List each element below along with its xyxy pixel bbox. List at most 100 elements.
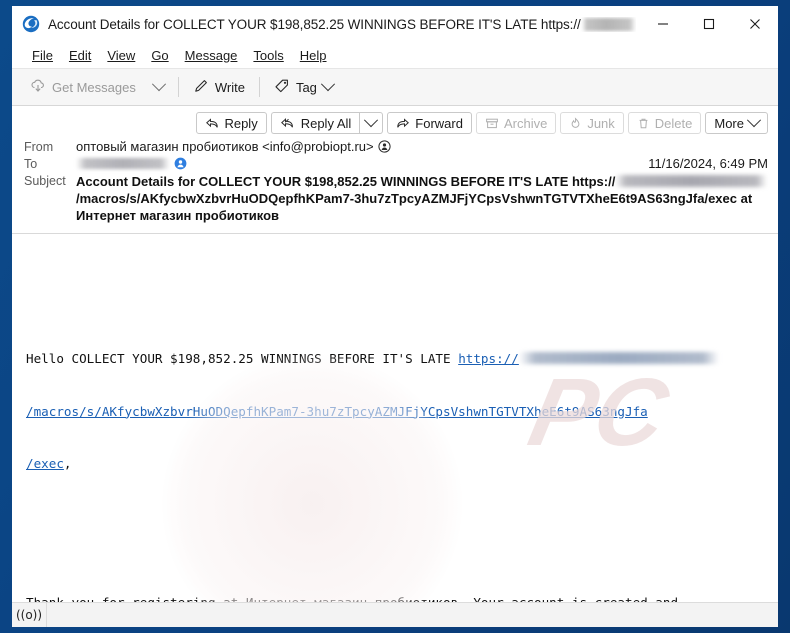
window-titlebar: Account Details for COLLECT YOUR $198,85…: [12, 6, 778, 42]
junk-label: Junk: [587, 115, 615, 131]
message-date: 11/16/2024, 6:49 PM: [648, 156, 768, 171]
from-address-text: оптовый магазин пробиотиков <info@probio…: [76, 139, 374, 154]
write-label: Write: [214, 79, 245, 95]
tag-label: Tag: [295, 79, 317, 95]
link-1-tail[interactable]: /exec: [26, 456, 64, 471]
link-1-domain-redaction: [518, 352, 719, 365]
subject-value: Account Details for COLLECT YOUR $198,85…: [76, 173, 768, 224]
desktop-background: Account Details for COLLECT YOUR $198,85…: [0, 0, 790, 633]
menu-file[interactable]: File: [24, 46, 61, 65]
reply-all-label: Reply All: [300, 115, 352, 131]
get-messages-dropdown[interactable]: [146, 77, 172, 96]
forward-label: Forward: [415, 115, 463, 131]
window-title-redaction: [581, 17, 636, 31]
reply-all-button[interactable]: Reply All: [270, 112, 360, 134]
menu-edit[interactable]: Edit: [61, 46, 99, 65]
menu-message-label: Message: [184, 47, 238, 63]
reply-arrow-icon: [205, 117, 219, 130]
menu-view[interactable]: View: [99, 46, 143, 65]
window-title-text: Account Details for COLLECT YOUR $198,85…: [48, 16, 581, 32]
tag-icon: [274, 78, 290, 97]
connection-status-icon[interactable]: ((o)): [12, 603, 47, 627]
forward-button[interactable]: Forward: [387, 112, 472, 134]
thunderbird-message-window: Account Details for COLLECT YOUR $198,85…: [12, 6, 778, 627]
from-row: From оптовый магазин пробиотиков <info@p…: [12, 138, 778, 155]
from-value[interactable]: оптовый магазин пробиотиков <info@probio…: [76, 139, 768, 154]
from-label: From: [24, 140, 54, 154]
get-messages-label: Get Messages: [52, 79, 136, 95]
subject-row: Subject Account Details for COLLECT YOUR…: [12, 172, 778, 225]
menu-view-label: View: [107, 47, 136, 63]
menu-edit-label: Edit: [68, 47, 92, 63]
add-contact-icon[interactable]: [377, 140, 391, 153]
body-para1-line1: Thank you for registering at Интернет ма…: [26, 594, 768, 602]
pencil-icon: [193, 78, 209, 97]
delete-button[interactable]: Delete: [627, 112, 702, 134]
to-row: To 11/16/2024, 6:49 PM: [12, 155, 778, 172]
reply-dropdown-button[interactable]: [359, 112, 384, 134]
reply-label: Reply: [224, 115, 258, 131]
comma-text: ,: [63, 455, 72, 471]
chevron-down-icon: [746, 113, 762, 128]
chevron-down-icon: [364, 113, 379, 128]
forward-arrow-icon: [396, 117, 410, 130]
window-controls: [640, 6, 778, 42]
maximize-button[interactable]: [686, 6, 732, 42]
message-header: Reply Reply All Forward Archive Junk Del…: [12, 106, 778, 234]
junk-button[interactable]: Junk: [560, 112, 624, 134]
menu-help[interactable]: Help: [292, 46, 335, 65]
message-body: PC /// Hello COLLECT YOUR $198,852.25 WI…: [12, 234, 778, 602]
get-messages-button[interactable]: Get Messages: [22, 74, 144, 101]
reply-all-arrow-icon: [280, 117, 296, 130]
close-button[interactable]: [732, 6, 778, 42]
message-action-bar: Reply Reply All Forward Archive Junk Del…: [12, 106, 778, 138]
subject-label: Subject: [24, 174, 66, 188]
body-link1-tail-line: /exec,: [26, 455, 768, 472]
contact-icon[interactable]: [174, 157, 187, 170]
write-button[interactable]: Write: [185, 74, 253, 101]
menu-tools-label: Tools: [253, 47, 284, 63]
reply-button[interactable]: Reply: [196, 112, 267, 134]
link-1-path[interactable]: /macros/s/AKfycbwXzbvrHuODQepfhKPam7-3hu…: [26, 404, 648, 419]
menu-go-label: Go: [151, 47, 169, 63]
archive-label: Archive: [503, 115, 548, 131]
menu-go[interactable]: Go: [143, 46, 176, 65]
link-1-scheme[interactable]: https://: [458, 351, 519, 366]
menu-help-label: Help: [299, 47, 327, 63]
download-cloud-icon: [30, 78, 46, 97]
minimize-button[interactable]: [640, 6, 686, 42]
delete-label: Delete: [654, 115, 693, 131]
menu-tools[interactable]: Tools: [245, 46, 291, 65]
subject-line-3: Интернет магазин пробиотиков: [76, 208, 280, 223]
trash-icon: [637, 117, 650, 130]
menubar: File Edit View Go Message Tools Help: [12, 42, 778, 68]
toolbar-separator-1: [177, 77, 179, 97]
tag-button[interactable]: Tag: [266, 74, 341, 101]
chevron-down-icon: [320, 77, 335, 92]
toolbar-separator-2: [258, 77, 260, 97]
watermark-circle: [162, 354, 462, 602]
more-button[interactable]: More: [705, 112, 768, 134]
body-link1-path-line: /macros/s/AKfycbwXzbvrHuODQepfhKPam7-3hu…: [26, 403, 768, 420]
menu-file-label: File: [32, 47, 53, 63]
body-blank-1: [26, 525, 768, 542]
to-value[interactable]: [76, 156, 638, 171]
archive-box-icon: [485, 117, 499, 130]
main-toolbar: Get Messages Write Tag: [12, 68, 778, 106]
junk-flame-icon: [569, 116, 582, 130]
subject-line-2: /macros/s/AKfycbwXzbvrHuODQepfhKPam7-3hu…: [76, 191, 753, 206]
subject-redaction: [615, 175, 768, 187]
more-label: More: [714, 115, 744, 131]
menu-message[interactable]: Message: [177, 46, 246, 65]
status-bar: ((o)): [12, 602, 778, 627]
thunderbird-icon: [22, 15, 40, 33]
connection-icon-glyph: ((o)): [15, 608, 43, 622]
archive-button[interactable]: Archive: [475, 112, 557, 134]
subject-line-1: Account Details for COLLECT YOUR $198,85…: [76, 174, 616, 189]
body-greeting-line: Hello COLLECT YOUR $198,852.25 WINNINGS …: [26, 350, 768, 367]
greeting-text: Hello COLLECT YOUR $198,852.25 WINNINGS …: [26, 351, 459, 367]
window-title: Account Details for COLLECT YOUR $198,85…: [48, 17, 636, 32]
chevron-down-icon: [151, 77, 166, 92]
to-address-redaction: [76, 158, 170, 169]
to-label: To: [24, 157, 38, 171]
